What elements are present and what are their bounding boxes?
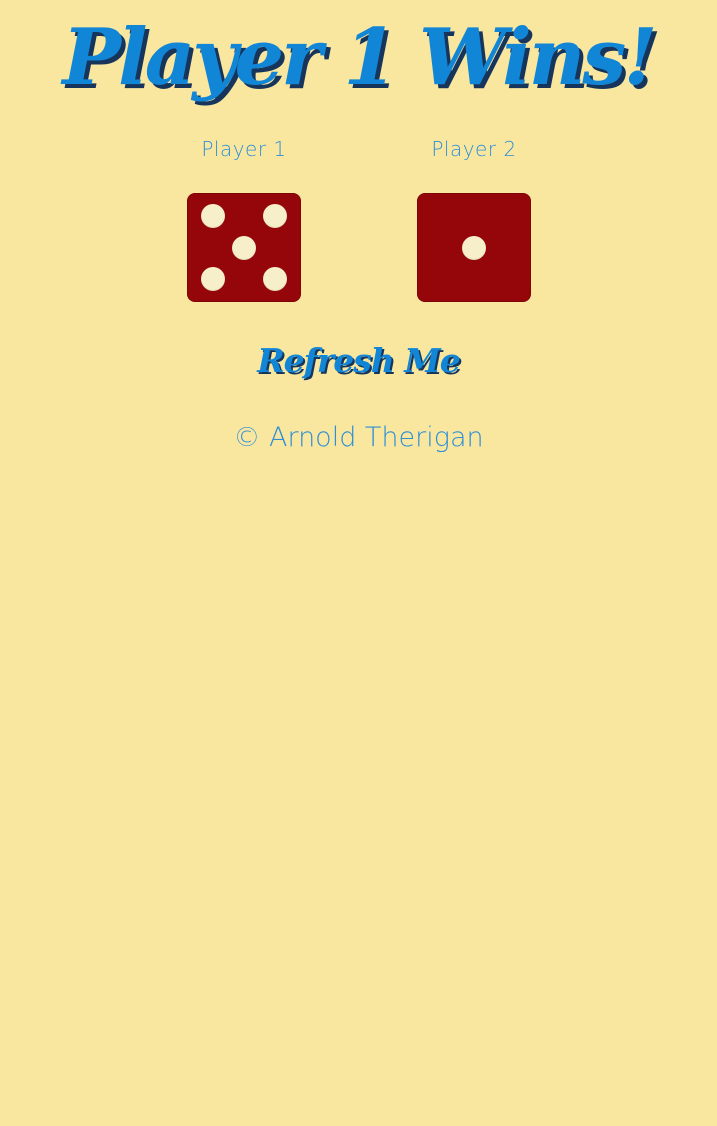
die-pip — [201, 203, 226, 228]
page-title: Player 1 Wins! — [62, 12, 657, 103]
die-pip — [262, 267, 287, 292]
refresh-button[interactable]: Refresh Me — [0, 336, 717, 386]
player-2-label: Player 2 — [431, 137, 517, 161]
die-pip — [262, 203, 287, 228]
die-pip — [462, 235, 486, 260]
footer-credit: © Arnold Therigan — [233, 422, 484, 453]
die-pip — [201, 267, 226, 292]
player-1-label: Player 1 — [201, 137, 287, 161]
die-pip — [232, 235, 256, 260]
player-1-die — [187, 193, 301, 302]
player-2-die — [417, 193, 531, 302]
